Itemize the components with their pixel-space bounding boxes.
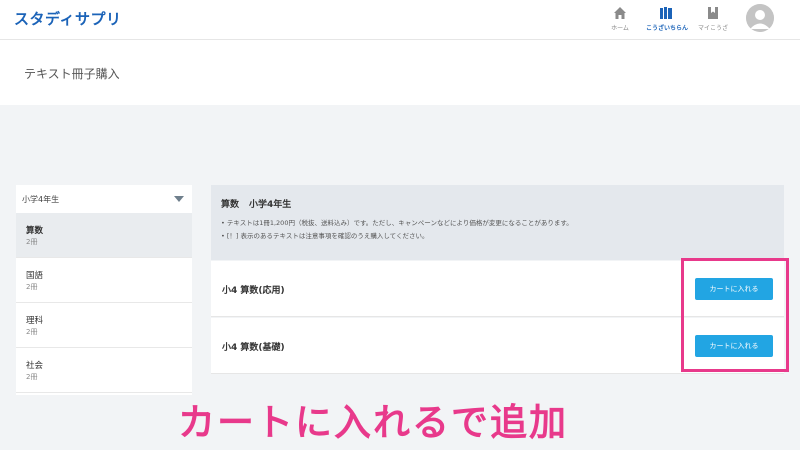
nav-my-course-label: マイこうざ <box>697 25 728 32</box>
nav-home-label: ホーム <box>611 25 629 32</box>
sidebar-item-count: 2冊 <box>26 238 38 246</box>
nav-my-course[interactable]: マイこうざ <box>693 5 733 35</box>
chevron-down-icon <box>174 196 184 202</box>
annotation-caption: カートに入れるで追加 <box>178 401 568 444</box>
book-title: 小4 算数(基礎) <box>222 343 285 353</box>
sidebar-item-count: 2冊 <box>26 373 38 381</box>
subject-sidebar: 小学4年生 算数 2冊 国語 2冊 理科 2冊 社会 2冊 <box>16 185 192 395</box>
app-header: スタディサプリ ホーム こうざいちらん マイこうざ <box>0 0 800 40</box>
sidebar-item-japanese[interactable]: 国語 2冊 <box>16 258 192 303</box>
section-subject: 算数 <box>221 200 240 210</box>
section-title: 算数 小学4年生 <box>221 197 301 210</box>
book-title: 小4 算数(応用) <box>222 286 285 296</box>
app-logo[interactable]: スタディサプリ <box>14 8 121 29</box>
sidebar-item-math[interactable]: 算数 2冊 <box>16 213 192 258</box>
sidebar-item-social[interactable]: 社会 2冊 <box>16 348 192 393</box>
grade-select[interactable]: 小学4年生 <box>16 185 192 213</box>
sidebar-item-label: 理科 <box>26 316 44 326</box>
sidebar-item-count: 2冊 <box>26 283 38 291</box>
section-grade: 小学4年生 <box>249 200 292 210</box>
caution-note: • [！] 表示のあるテキストは注意事項を確認のうえ購入してください。 <box>221 232 429 240</box>
sidebar-item-label: 国語 <box>26 271 44 281</box>
grade-select-value: 小学4年生 <box>22 195 60 204</box>
home-icon <box>614 7 626 19</box>
info-box: 算数 小学4年生 • テキストは1冊1,200円（税抜、送料込み）です。ただし、キ… <box>211 185 784 260</box>
price-note: • テキストは1冊1,200円（税抜、送料込み）です。ただし、キャンペーンなどに… <box>221 219 573 227</box>
sidebar-item-label: 社会 <box>26 361 44 371</box>
user-avatar-icon[interactable] <box>746 4 774 32</box>
sidebar-item-count: 2冊 <box>26 328 38 336</box>
nav-course-list-label: こうざいちらん <box>646 25 689 32</box>
page-title-band: テキスト冊子購入 <box>0 41 800 105</box>
sidebar-item-label: 算数 <box>26 226 44 236</box>
bookmark-icon <box>708 7 718 19</box>
highlight-box <box>681 258 789 372</box>
books-icon <box>660 7 672 19</box>
nav-course-list[interactable]: こうざいちらん <box>646 5 689 35</box>
page-title: テキスト冊子購入 <box>24 67 120 81</box>
sidebar-item-science[interactable]: 理科 2冊 <box>16 303 192 348</box>
nav-home[interactable]: ホーム <box>600 5 640 35</box>
